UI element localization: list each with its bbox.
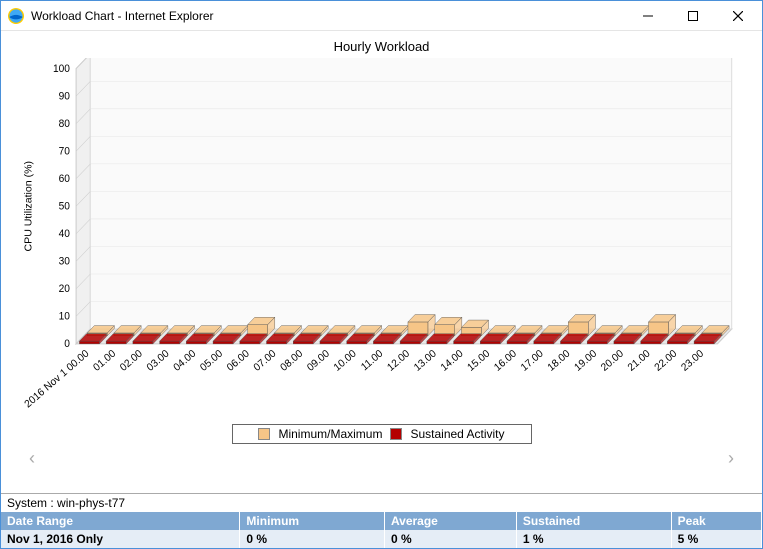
svg-text:21.00: 21.00 (626, 348, 653, 374)
svg-text:06.00: 06.00 (225, 348, 252, 374)
svg-text:20: 20 (59, 284, 71, 295)
close-button[interactable] (715, 2, 760, 30)
svg-text:30: 30 (59, 256, 71, 267)
maximize-button[interactable] (670, 2, 715, 30)
svg-text:15.00: 15.00 (466, 348, 493, 374)
scroll-right-icon[interactable]: › (728, 448, 734, 469)
ie-icon (7, 7, 25, 25)
col-date-range: Date Range (1, 512, 240, 530)
svg-text:09.00: 09.00 (305, 348, 332, 374)
window-title: Workload Chart - Internet Explorer (31, 9, 625, 23)
cell-minimum: 0 % (240, 530, 385, 548)
svg-text:70: 70 (59, 146, 71, 157)
svg-text:80: 80 (59, 119, 71, 130)
svg-text:19.00: 19.00 (573, 348, 600, 374)
svg-text:40: 40 (59, 229, 71, 240)
col-minimum: Minimum (240, 512, 385, 530)
svg-text:02.00: 02.00 (118, 348, 145, 374)
svg-text:12.00: 12.00 (386, 348, 413, 374)
svg-text:23.00: 23.00 (680, 348, 707, 374)
svg-text:01.00: 01.00 (92, 348, 119, 374)
svg-text:03.00: 03.00 (145, 348, 172, 374)
window-titlebar: Workload Chart - Internet Explorer (1, 1, 762, 31)
col-peak: Peak (671, 512, 761, 530)
svg-text:11.00: 11.00 (359, 348, 385, 373)
svg-text:18.00: 18.00 (546, 348, 573, 374)
chart-legend: Minimum/Maximum Sustained Activity (232, 424, 532, 444)
cell-peak: 5 % (671, 530, 761, 548)
col-sustained: Sustained (516, 512, 671, 530)
svg-text:17.00: 17.00 (519, 348, 546, 374)
minimize-button[interactable] (625, 2, 670, 30)
legend-label-minmax: Minimum/Maximum (278, 427, 382, 441)
scroll-left-icon[interactable]: ‹ (29, 448, 35, 469)
svg-text:CPU Utilization (%): CPU Utilization (%) (23, 161, 34, 252)
chart-title: Hourly Workload (15, 39, 748, 54)
svg-text:20.00: 20.00 (599, 348, 626, 374)
table-row: Nov 1, 2016 Only 0 % 0 % 1 % 5 % (1, 530, 762, 548)
svg-text:16.00: 16.00 (492, 348, 519, 374)
svg-text:05.00: 05.00 (199, 348, 226, 374)
svg-text:10.00: 10.00 (332, 348, 359, 374)
cell-average: 0 % (384, 530, 516, 548)
summary-table: Date Range Minimum Average Sustained Pea… (1, 512, 762, 548)
svg-text:2016 Nov 1 00.00: 2016 Nov 1 00.00 (23, 348, 92, 410)
svg-text:0: 0 (64, 339, 70, 350)
legend-swatch-minmax (258, 428, 270, 440)
svg-text:100: 100 (53, 64, 70, 75)
legend-label-sustained: Sustained Activity (410, 427, 504, 441)
svg-text:90: 90 (59, 91, 71, 102)
cell-date-range: Nov 1, 2016 Only (1, 530, 240, 548)
svg-text:60: 60 (59, 174, 71, 185)
table-header-row: Date Range Minimum Average Sustained Pea… (1, 512, 762, 530)
svg-text:22.00: 22.00 (653, 348, 680, 374)
workload-chart: 0 10 20 30 40 50 60 70 80 90 100 CPU Utilization (%… (15, 58, 748, 418)
svg-text:10: 10 (59, 311, 71, 322)
system-value: win-phys-t77 (57, 496, 125, 510)
system-label: System : (7, 496, 54, 510)
svg-text:07.00: 07.00 (252, 348, 279, 374)
cell-sustained: 1 % (516, 530, 671, 548)
system-info: System : win-phys-t77 (1, 493, 762, 512)
svg-text:50: 50 (59, 201, 71, 212)
legend-swatch-sustained (390, 428, 402, 440)
svg-text:13.00: 13.00 (412, 348, 439, 374)
svg-text:14.00: 14.00 (439, 348, 466, 374)
svg-text:08.00: 08.00 (279, 348, 306, 374)
svg-text:04.00: 04.00 (172, 348, 199, 374)
col-average: Average (384, 512, 516, 530)
